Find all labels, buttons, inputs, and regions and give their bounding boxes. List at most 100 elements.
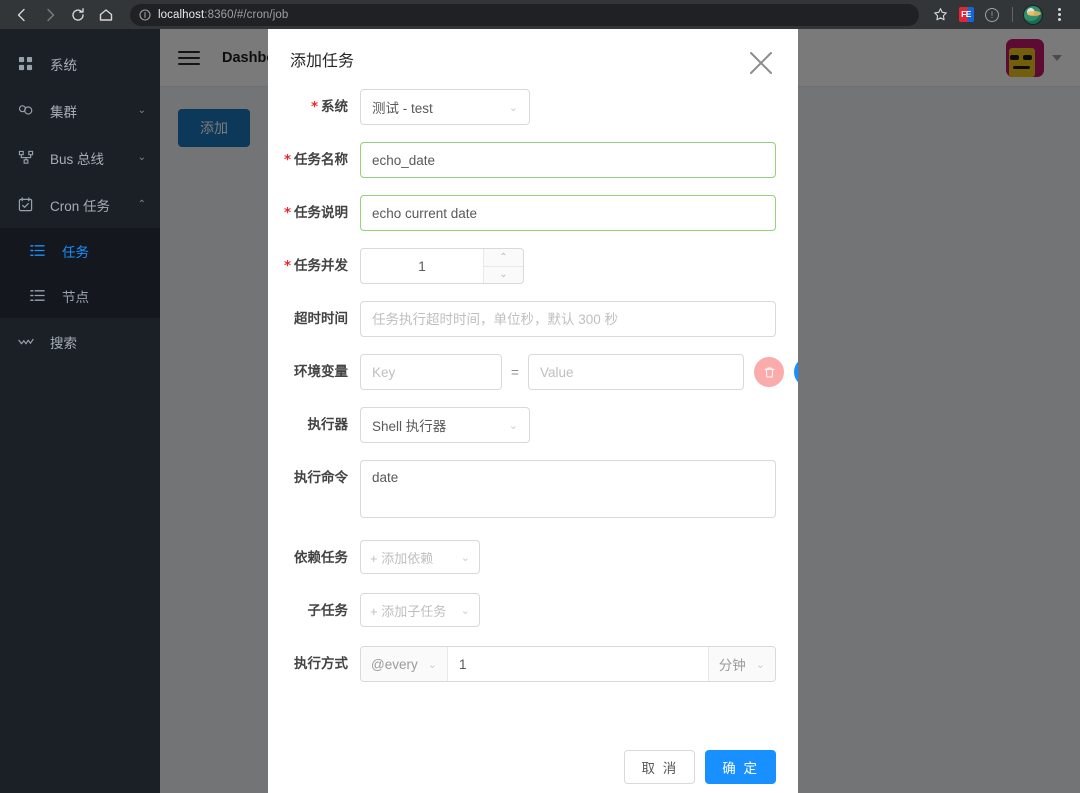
required-marker: * <box>283 152 291 168</box>
dialog-footer: 取 消 确 定 <box>268 736 798 793</box>
system-select[interactable]: 测试 - test ⌄ <box>360 89 530 125</box>
address-bar[interactable]: localhost:8360/#/cron/job <box>130 3 919 26</box>
schedule-interval-input[interactable]: 1 <box>447 647 708 681</box>
cluster-icon <box>18 103 38 118</box>
chevron-down-icon: ⌄ <box>508 101 518 114</box>
job-desc-input[interactable] <box>360 195 776 231</box>
info-circle-icon[interactable]: ! <box>979 2 1005 28</box>
concurrency-stepper[interactable]: 1 ⌃ ⌄ <box>360 248 524 284</box>
form-row-job-desc: * 任务说明 <box>268 195 798 231</box>
required-marker: * <box>283 205 291 221</box>
list-icon <box>30 288 50 303</box>
add-job-dialog: 添加任务 * 系统 测试 - test ⌄ * 任务名称 echo_date *… <box>268 29 798 793</box>
url-host: localhost <box>158 8 205 21</box>
system-select-value: 测试 - test <box>372 101 433 116</box>
form-row-dependency: 依赖任务 + 添加依赖 ⌄ <box>268 540 798 576</box>
required-marker: * <box>283 258 291 274</box>
schedule-group: @every ⌄ 1 分钟 ⌄ <box>360 646 776 682</box>
star-icon[interactable] <box>927 2 953 28</box>
chevron-down-icon: ⌄ <box>427 658 437 671</box>
url-text: localhost:8360/#/cron/job <box>158 9 288 21</box>
label-concurrency: * 任务并发 <box>283 258 348 274</box>
form-row-executor: 执行器 Shell 执行器 ⌄ <box>268 407 798 443</box>
required-marker: * <box>310 99 318 115</box>
plus-icon[interactable] <box>794 357 798 387</box>
trash-icon[interactable] <box>754 357 784 387</box>
form-row-command: 执行命令 <box>268 460 798 523</box>
sidebar-item-label: 任务 <box>62 244 89 260</box>
dependency-placeholder: + 添加依赖 <box>370 550 434 566</box>
label-system: * 系统 <box>310 99 348 115</box>
subtask-select[interactable]: + 添加子任务 ⌄ <box>360 593 480 627</box>
kebab-menu-icon[interactable] <box>1046 2 1072 28</box>
bus-icon <box>18 150 38 165</box>
close-icon[interactable] <box>744 46 778 80</box>
stepper-down-icon[interactable]: ⌄ <box>484 267 523 284</box>
executor-select-value: Shell 执行器 <box>372 419 447 434</box>
site-info-icon[interactable] <box>139 8 151 21</box>
label-dependency: 依赖任务 <box>294 550 348 565</box>
form-row-schedule: 执行方式 @every ⌄ 1 分钟 ⌄ <box>268 646 798 682</box>
chevron-down-icon: ⌄ <box>755 658 765 671</box>
cancel-button[interactable]: 取 消 <box>624 750 696 784</box>
stepper-up-icon[interactable]: ⌃ <box>484 249 523 267</box>
grid-icon <box>18 56 38 71</box>
job-name-input[interactable] <box>360 142 776 178</box>
label-timeout: 超时时间 <box>294 311 348 326</box>
confirm-button[interactable]: 确 定 <box>705 750 776 784</box>
sidebar-item-cluster[interactable]: 集群 ⌄ <box>0 87 160 134</box>
sidebar-item-label: 集群 <box>50 104 77 120</box>
reload-icon[interactable] <box>64 1 92 29</box>
sidebar-item-label: 搜索 <box>50 335 77 351</box>
form-row-job-name: * 任务名称 <box>268 142 798 178</box>
schedule-type-value: @every <box>371 656 418 672</box>
screen: localhost:8360/#/cron/job FE ! 系统 集群 ⌄ B… <box>0 0 1080 793</box>
toolbar-divider <box>1012 7 1013 22</box>
sidebar-item-label: Bus 总线 <box>50 151 105 167</box>
timeout-input[interactable] <box>360 301 776 337</box>
executor-select[interactable]: Shell 执行器 ⌄ <box>360 407 530 443</box>
search-icon <box>18 335 38 349</box>
dialog-title: 添加任务 <box>290 53 355 70</box>
sidebar-item-nodes[interactable]: 节点 <box>0 273 160 318</box>
calendar-check-icon <box>18 197 38 212</box>
sidebar-item-label: Cron 任务 <box>50 198 111 214</box>
dialog-body: *系统 测试 - test ⌄ *任务名称 *任务说明 <box>268 77 798 736</box>
sidebar-item-label: 节点 <box>62 289 89 305</box>
chevron-down-icon: ⌄ <box>508 419 518 432</box>
sidebar-item-label: 系统 <box>50 57 77 73</box>
env-value-input[interactable] <box>528 354 744 390</box>
extension-badge-label: FE <box>958 7 974 22</box>
concurrency-value: 1 <box>418 258 426 274</box>
sidebar-item-system[interactable]: 系统 <box>0 40 160 87</box>
sidebar-chevron-up-icon: ⌃ <box>137 199 146 210</box>
dependency-select[interactable]: + 添加依赖 ⌄ <box>360 540 480 574</box>
schedule-type-select[interactable]: @every ⌄ <box>361 647 448 681</box>
sidebar-item-bus[interactable]: Bus 总线 ⌄ <box>0 134 160 181</box>
schedule-interval-value: 1 <box>458 656 467 672</box>
home-icon[interactable] <box>92 1 120 29</box>
chevron-down-icon: ⌄ <box>460 551 470 564</box>
back-arrow-icon[interactable] <box>8 1 36 29</box>
subtask-placeholder: + 添加子任务 <box>370 603 447 619</box>
extension-fe-icon[interactable]: FE <box>953 2 979 28</box>
form-row-subtask: 子任务 + 添加子任务 ⌄ <box>268 593 798 629</box>
sidebar-chevron-down-icon: ⌄ <box>137 105 146 116</box>
forward-arrow-icon[interactable] <box>36 1 64 29</box>
schedule-unit-select[interactable]: 分钟 ⌄ <box>707 647 775 681</box>
env-key-input[interactable] <box>360 354 502 390</box>
form-row-system: * 系统 测试 - test ⌄ <box>268 89 798 125</box>
list-icon <box>30 243 50 258</box>
label-env: 环境变量 <box>294 364 348 379</box>
sidebar-item-jobs[interactable]: 任务 <box>0 228 160 273</box>
browser-toolbar: localhost:8360/#/cron/job FE ! <box>0 0 1080 29</box>
label-executor: 执行器 <box>307 417 349 432</box>
chrome-profile-avatar[interactable] <box>1020 2 1046 28</box>
form-row-timeout: 超时时间 <box>268 301 798 337</box>
sidebar-item-cron[interactable]: Cron 任务 ⌃ <box>0 181 160 228</box>
form-row-env: 环境变量 = <box>268 354 798 390</box>
command-textarea[interactable] <box>360 460 776 518</box>
label-job-name: * 任务名称 <box>283 152 348 168</box>
label-command: 执行命令 <box>294 470 348 485</box>
sidebar-item-search[interactable]: 搜索 <box>0 318 160 365</box>
